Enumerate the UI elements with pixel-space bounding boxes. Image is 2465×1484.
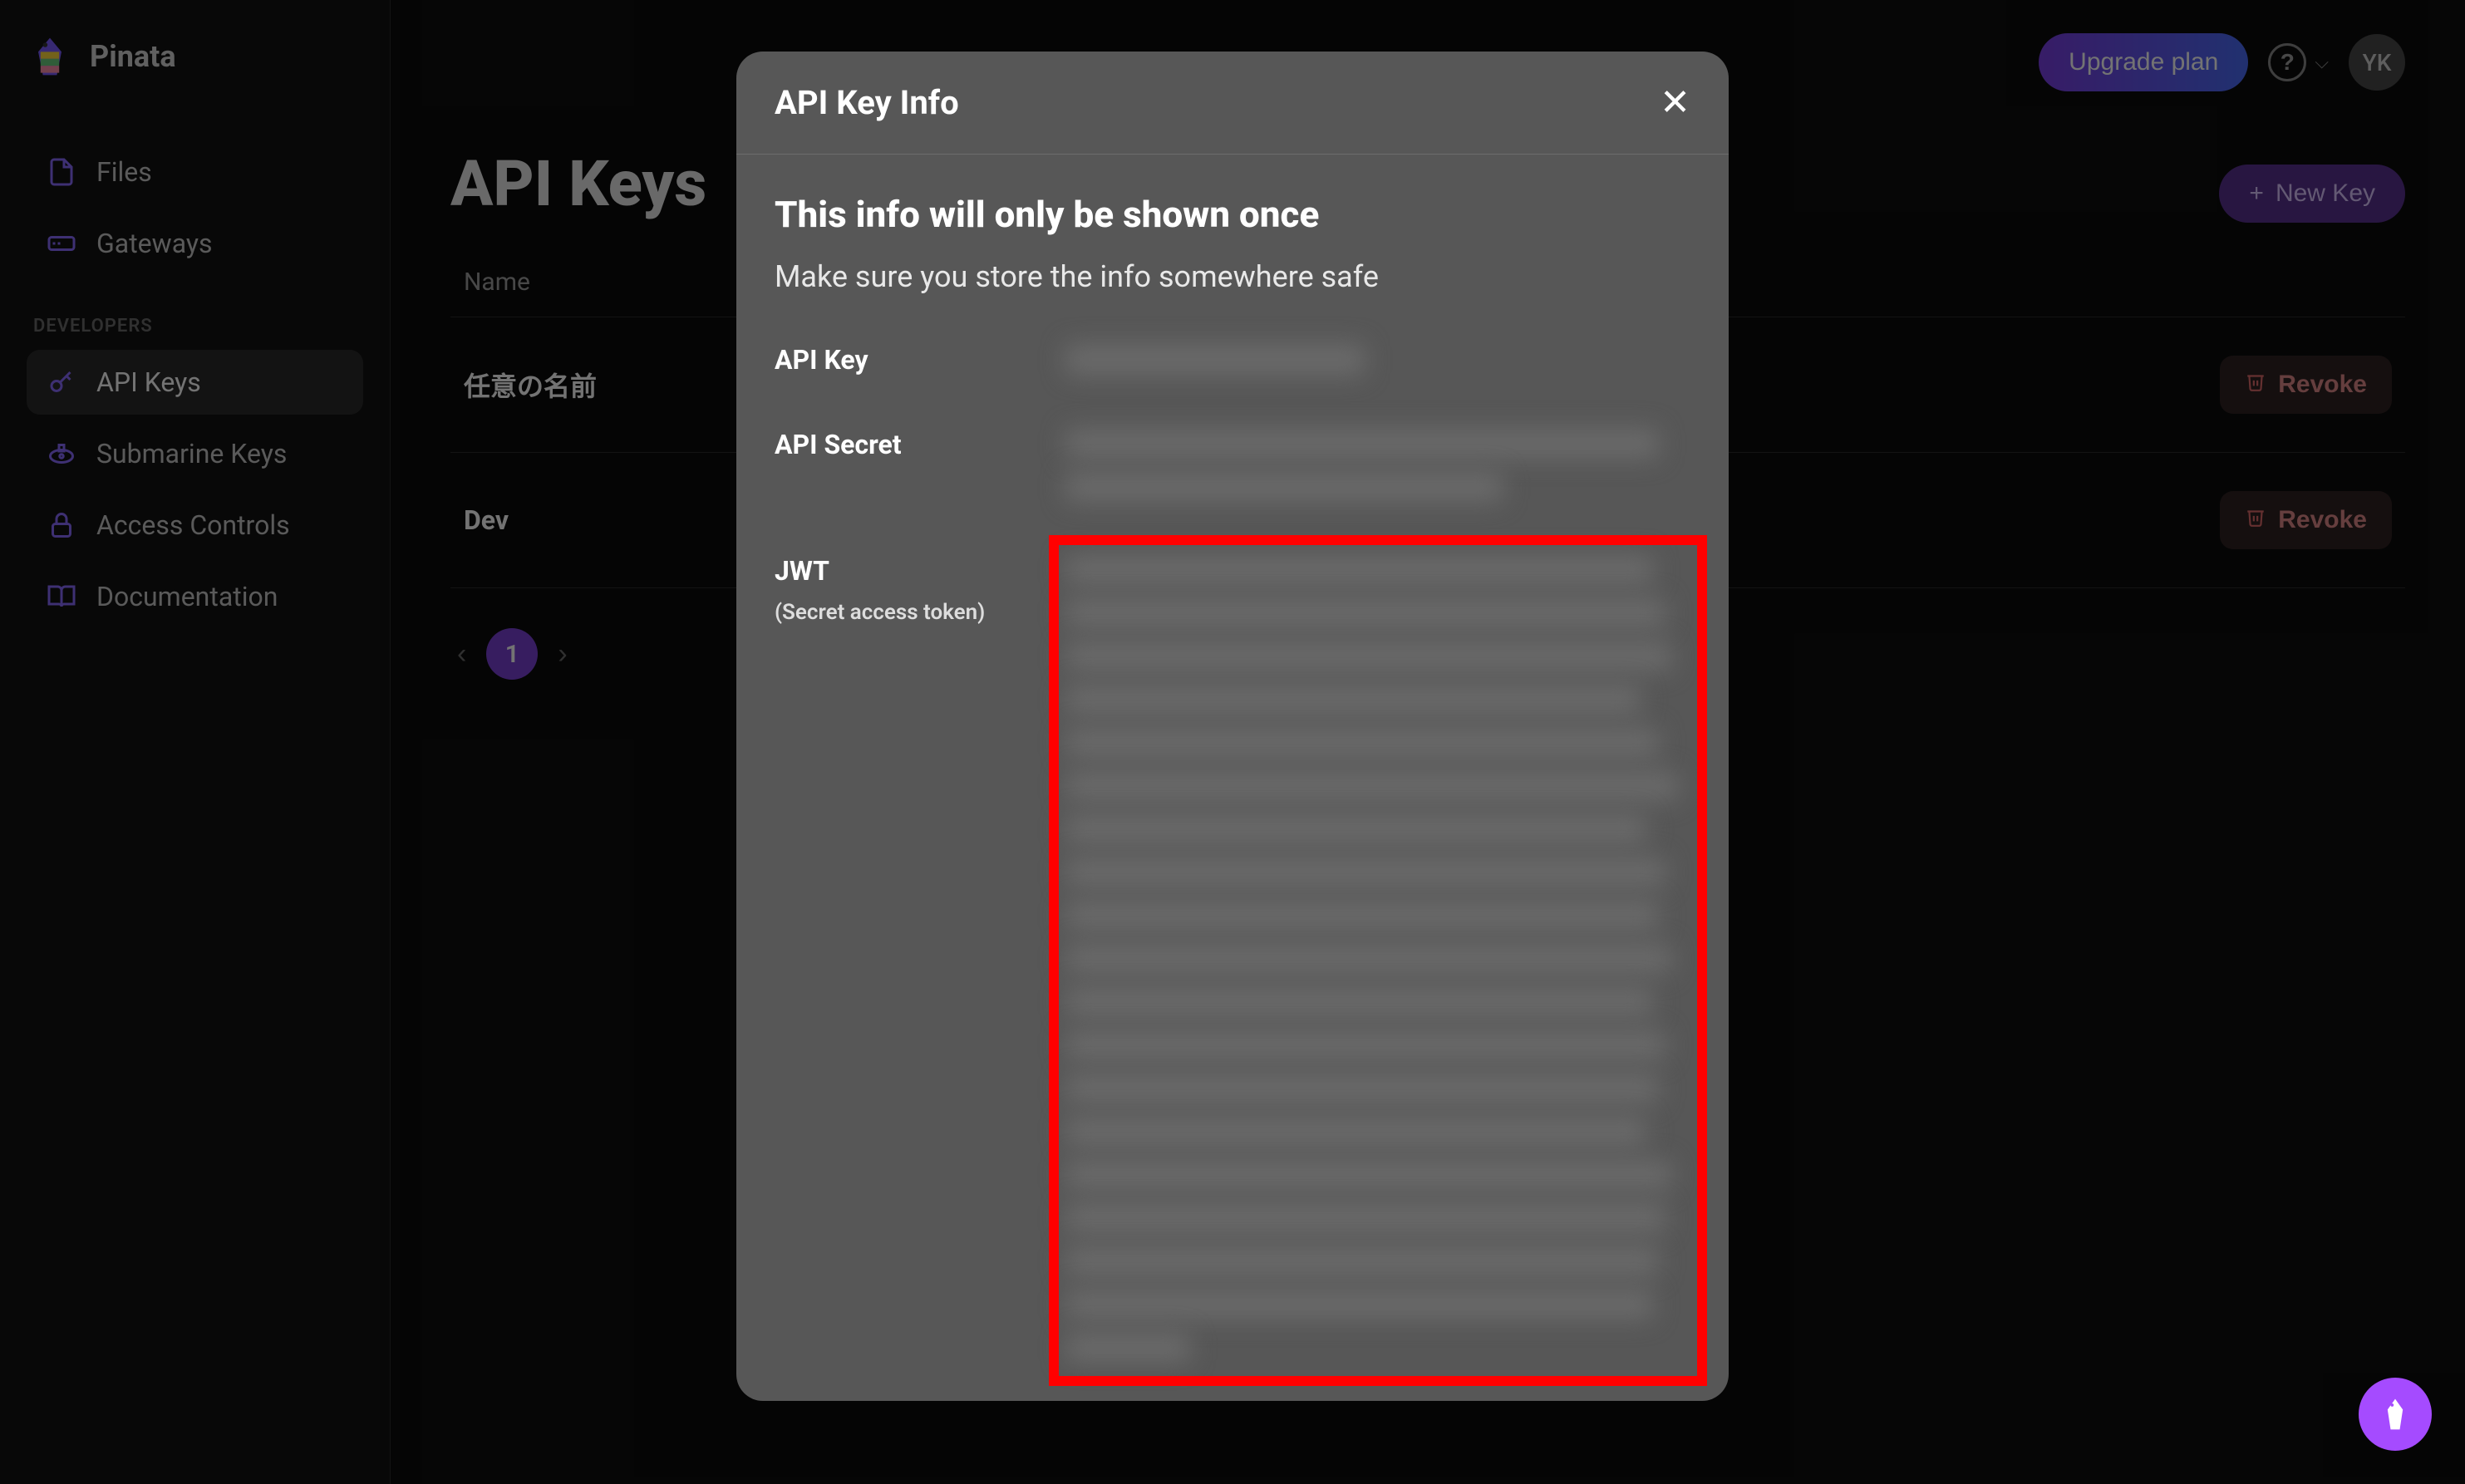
api-secret-value[interactable] bbox=[1065, 429, 1690, 502]
jwt-value[interactable] bbox=[1065, 555, 1690, 1363]
jwt-sublabel: (Secret access token) bbox=[775, 600, 1065, 625]
support-fab[interactable] bbox=[2359, 1378, 2432, 1451]
api-key-info-modal: API Key Info ✕ This info will only be sh… bbox=[736, 52, 1729, 1401]
pinata-icon bbox=[2377, 1396, 2413, 1432]
modal-body: This info will only be shown once Make s… bbox=[736, 155, 1729, 1401]
jwt-row: JWT (Secret access token) bbox=[775, 555, 1690, 1363]
close-button[interactable]: ✕ bbox=[1660, 81, 1690, 124]
api-key-row: API Key bbox=[775, 344, 1690, 376]
api-secret-row: API Secret bbox=[775, 429, 1690, 502]
modal-title: API Key Info bbox=[775, 83, 959, 122]
modal-overlay[interactable]: API Key Info ✕ This info will only be sh… bbox=[0, 0, 2465, 1484]
api-secret-label: API Secret bbox=[775, 429, 1065, 502]
modal-subline: Make sure you store the info somewhere s… bbox=[775, 259, 1690, 294]
api-key-value[interactable] bbox=[1065, 344, 1690, 376]
jwt-label: JWT (Secret access token) bbox=[775, 555, 1065, 1363]
modal-header: API Key Info ✕ bbox=[736, 52, 1729, 155]
close-icon: ✕ bbox=[1660, 82, 1690, 123]
api-key-label: API Key bbox=[775, 344, 1065, 376]
modal-headline: This info will only be shown once bbox=[775, 193, 1690, 236]
